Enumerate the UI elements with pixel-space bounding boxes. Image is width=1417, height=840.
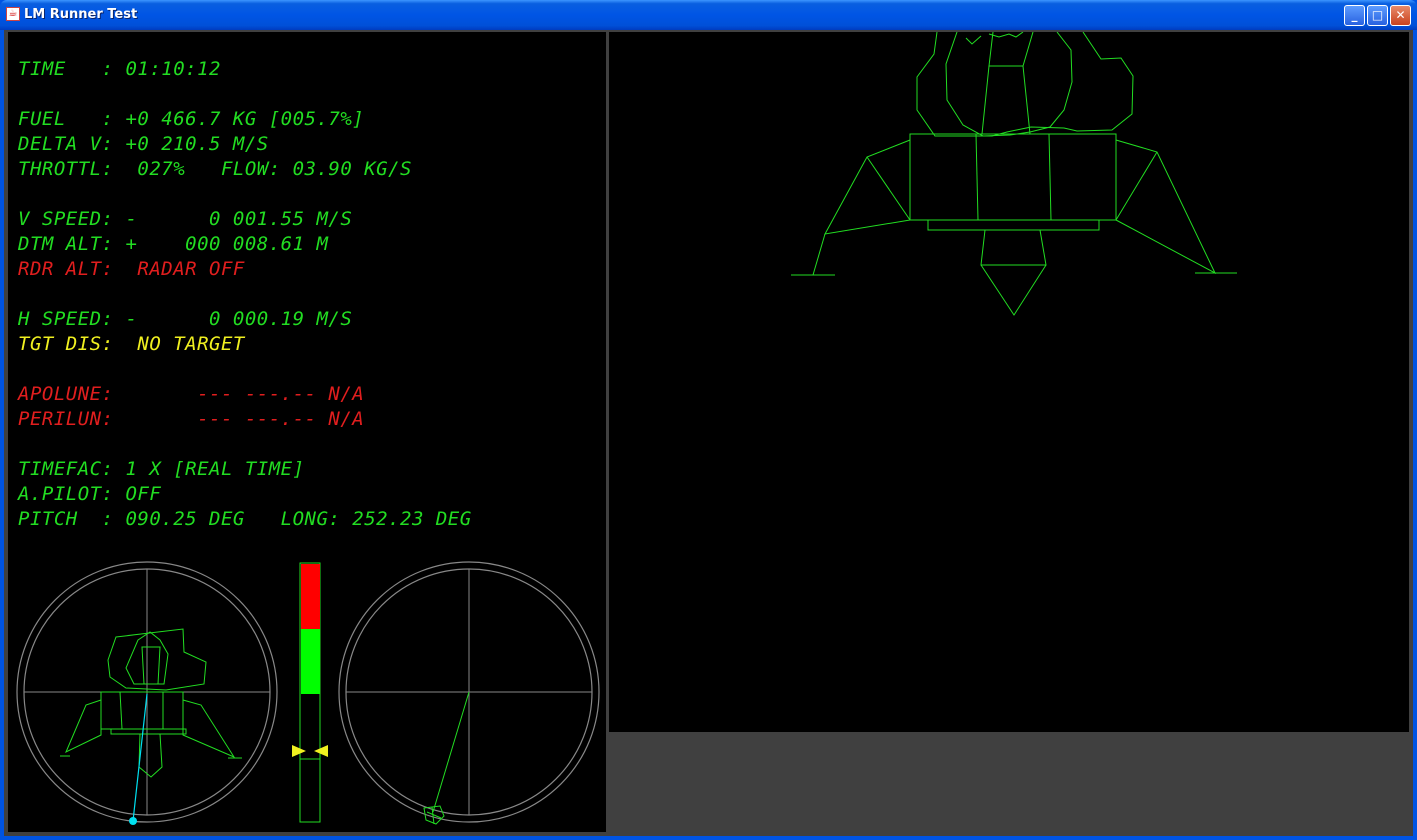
- velocity-vector: [129, 693, 148, 825]
- throttle-marker-right-icon: [314, 745, 328, 757]
- throttle-command-bar: [301, 564, 320, 629]
- maximize-button[interactable]: □: [1367, 5, 1388, 26]
- window-title: LM Runner Test: [24, 7, 138, 22]
- client-area: TIME : 01:10:12 FUEL : +0 466.7 KG [005.…: [4, 30, 1413, 836]
- minimize-button[interactable]: _: [1344, 5, 1365, 26]
- lm-attitude-icon: [60, 628, 242, 778]
- java-cup-icon: ☕: [6, 7, 20, 21]
- close-icon: ✕: [1395, 8, 1406, 22]
- minimize-icon: _: [1351, 8, 1358, 22]
- title-bar[interactable]: ☕ LM Runner Test _ □ ✕: [0, 0, 1417, 30]
- maximize-icon: □: [1371, 8, 1384, 22]
- throttle-actual-bar: [301, 629, 320, 694]
- instrument-panel: TIME : 01:10:12 FUEL : +0 466.7 KG [005.…: [8, 32, 606, 832]
- close-button[interactable]: ✕: [1390, 5, 1411, 26]
- app-window: ☕ LM Runner Test _ □ ✕ TIME : 01:10:12 F…: [0, 0, 1417, 840]
- scene-view: [609, 32, 1409, 732]
- ground-track-vector: [423, 691, 470, 825]
- lunar-module-wireframe: [791, 32, 1237, 316]
- throttle-marker-left-icon: [292, 745, 306, 757]
- throttle-gauge: [292, 562, 328, 823]
- instrument-gauges: [16, 561, 600, 825]
